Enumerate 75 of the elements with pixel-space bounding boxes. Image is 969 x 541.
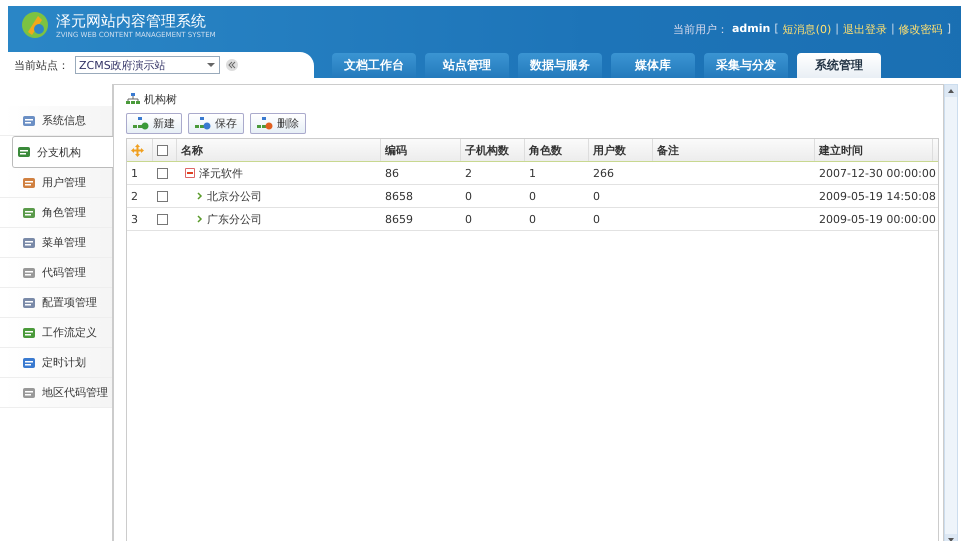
row-number: 3 [130, 212, 139, 228]
site-label: 当前站点： [14, 58, 69, 72]
checkbox[interactable] [157, 190, 168, 202]
current-user-label: 当前用户： [673, 22, 728, 37]
tree-icon [126, 93, 140, 105]
table-cell-text: 0 [464, 212, 473, 228]
nav-tab[interactable]: 站点管理 [425, 53, 509, 78]
column-header: 建立时间 [815, 139, 933, 161]
table-cell-text: 0 [592, 188, 601, 204]
app-title: 泽元网站内容管理系统 [56, 12, 207, 30]
sidebar-item[interactable]: 定时计划 [0, 348, 112, 378]
table-cell-text: 2009-05-19 14:50:08 [818, 188, 933, 204]
table-cell-text: 2 [464, 166, 473, 182]
scrollbar[interactable] [944, 84, 958, 541]
sidebar-item[interactable]: 角色管理 [0, 198, 112, 228]
logo-icon [20, 10, 50, 40]
table-cell: 北京分公司 [207, 188, 262, 204]
nav-tab[interactable]: 文档工作台 [332, 53, 416, 78]
table-cell-text: 2009-05-19 00:00:00 [818, 212, 933, 228]
separator-mark: | [890, 22, 895, 37]
tree-icon [195, 117, 211, 130]
collapse-icon[interactable] [226, 59, 238, 71]
column-header: 备注 [653, 139, 815, 161]
table-cell-text: 266 [592, 166, 615, 182]
table-cell: 泽元软件 [199, 166, 243, 180]
table-cell: 广东分公司 [207, 212, 262, 226]
column-header: 用户数 [589, 139, 653, 161]
toolbar-button[interactable]: 保存 [188, 113, 244, 134]
scroll-up-icon[interactable] [945, 85, 957, 97]
checkbox[interactable] [157, 144, 168, 156]
chevron-icon [197, 215, 203, 223]
nav-tab[interactable]: 媒体库 [611, 53, 695, 78]
sidebar-item[interactable]: 系统信息 [0, 106, 112, 136]
table-cell-text: 1 [528, 166, 537, 182]
nav-tab[interactable]: 采集与分发 [704, 53, 788, 78]
toolbar-button[interactable]: 删除 [250, 113, 306, 134]
sidebar-item[interactable]: 代码管理 [0, 258, 112, 288]
sidebar-item[interactable]: 配置项管理 [0, 288, 112, 318]
bracket-mark: ] [946, 22, 951, 37]
separator-mark: | [835, 22, 839, 37]
checkbox[interactable] [157, 214, 168, 224]
nav-tab[interactable]: 系统管理 [797, 53, 881, 78]
table-cell-text: 8658 [384, 188, 414, 204]
row-number: 1 [130, 166, 139, 182]
collapse-icon[interactable] [185, 168, 195, 178]
table-cell-text: 0 [528, 212, 537, 228]
table-cell-text: 2007-12-30 00:00:00 [818, 166, 933, 182]
column-header: 子机构数 [461, 139, 525, 161]
table-cell-text: 86 [384, 166, 400, 182]
tree-icon [133, 117, 149, 130]
bracket-mark: [ [774, 22, 779, 37]
column-header: 编码 [381, 139, 461, 161]
site-select[interactable]: ZCMS政府演示站 [75, 56, 220, 74]
column-header: 名称 [177, 139, 381, 161]
column-header: 角色数 [525, 139, 589, 161]
panel-title: 机构树 [144, 92, 177, 106]
table-cell-text: 8659 [384, 212, 414, 228]
user-name: admin [732, 22, 770, 37]
checkbox[interactable] [157, 168, 168, 178]
sidebar-item[interactable]: 用户管理 [0, 168, 112, 198]
chevron-icon [197, 192, 203, 200]
table-cell-text: 0 [528, 188, 537, 204]
sidebar-item[interactable]: 分支机构 [12, 136, 113, 168]
toolbar-button[interactable]: 新建 [126, 113, 182, 134]
table-cell-text: 0 [592, 212, 601, 228]
sidebar-item[interactable]: 菜单管理 [0, 228, 112, 258]
nav-tab[interactable]: 数据与服务 [518, 53, 602, 78]
header-link[interactable]: 短消息(0) [782, 22, 832, 37]
row-number: 2 [130, 188, 139, 204]
header-link[interactable]: 退出登录 [842, 22, 887, 37]
tree-icon [257, 117, 273, 130]
sidebar-item[interactable]: 地区代码管理 [0, 378, 112, 408]
header-link[interactable]: 修改密码 [898, 22, 943, 37]
sidebar-item[interactable]: 工作流定义 [0, 318, 112, 348]
table-cell-text: 0 [464, 188, 473, 204]
